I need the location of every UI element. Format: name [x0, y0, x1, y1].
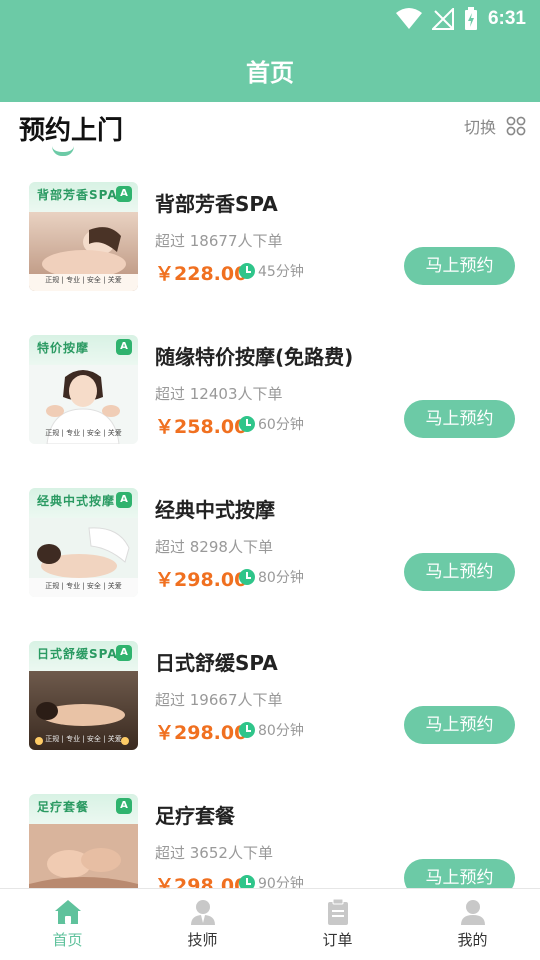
clock-icon — [239, 263, 255, 279]
thumbnail-banner: 日式舒缓SPA A — [29, 641, 138, 671]
grid-view-icon — [506, 116, 526, 136]
service-thumbnail[interactable]: 特价按摩 A 正规 | 专业 | 安全 | 关爱 — [29, 335, 138, 444]
service-duration: 90分钟 — [239, 873, 304, 888]
switch-label: 切换 — [463, 118, 496, 137]
tab-technician[interactable]: 技师 — [135, 889, 270, 960]
clock-icon — [239, 569, 255, 585]
section-header: 预约上门 切换 — [0, 102, 540, 164]
thumbnail-title: 经典中式按摩 — [37, 494, 116, 508]
wifi-icon — [395, 8, 422, 29]
brand-logo-icon: A — [116, 339, 132, 355]
tab-profile[interactable]: 我的 — [405, 889, 540, 960]
service-thumbnail[interactable]: 背部芳香SPA A 正规 | 专业 | 安全 | 关爱 — [29, 182, 138, 291]
service-list[interactable]: 背部芳香SPA A 正规 | 专业 | 安全 | 关爱 背部芳香SPA 超过 1… — [0, 164, 540, 888]
service-duration: 80分钟 — [239, 567, 304, 587]
service-price: ￥298.00 — [155, 569, 248, 591]
section-title: 预约上门 — [19, 116, 124, 146]
brand-logo-icon: A — [116, 186, 132, 202]
thumbnail-title: 日式舒缓SPA — [37, 647, 118, 661]
tab-orders[interactable]: 订单 — [270, 889, 405, 960]
service-price: ￥228.00 — [155, 263, 248, 285]
book-now-button[interactable]: 马上预约 — [404, 247, 515, 285]
app-bar: 首页 — [0, 38, 540, 102]
tab-home[interactable]: 首页 — [0, 889, 135, 960]
book-now-button[interactable]: 马上预约 — [404, 706, 515, 744]
tab-label: 技师 — [187, 931, 218, 949]
clock-icon — [239, 875, 255, 888]
thumbnail-tags: 正规 | 专业 | 安全 | 关爱 — [45, 276, 122, 284]
brand-logo-icon: A — [116, 492, 132, 508]
thumbnail-banner: 经典中式按摩 A — [29, 488, 138, 518]
service-card[interactable]: 日式舒缓SPA A 正规 | 专业 | 安全 | 关爱 日式舒缓SPA 超过 1… — [0, 623, 540, 776]
brand-logo-icon: A — [116, 798, 132, 814]
service-card[interactable]: 足疗套餐 A 足疗套餐 超过 3652人下单 ￥298.00 90分钟 马上预约 — [0, 776, 540, 888]
profile-icon — [460, 900, 485, 925]
book-now-button[interactable]: 马上预约 — [404, 553, 515, 591]
service-price: ￥298.00 — [155, 722, 248, 744]
thumbnail-title: 背部芳香SPA — [37, 188, 118, 202]
clock-icon — [239, 722, 255, 738]
service-duration: 60分钟 — [239, 414, 304, 434]
service-price: ￥258.00 — [155, 416, 248, 438]
brand-logo-icon: A — [116, 645, 132, 661]
status-icons: 6:31 — [395, 5, 526, 33]
status-time: 6:31 — [487, 8, 526, 29]
status-bar: 6:31 — [0, 0, 540, 38]
service-name[interactable]: 足疗套餐 — [155, 800, 235, 829]
technician-icon — [190, 900, 215, 925]
service-thumbnail[interactable]: 日式舒缓SPA A 正规 | 专业 | 安全 | 关爱 — [29, 641, 138, 750]
order-count: 超过 12403人下单 — [155, 385, 283, 403]
bottom-tab-bar: 首页 技师 订单 我的 — [0, 888, 540, 960]
service-card[interactable]: 特价按摩 A 正规 | 专业 | 安全 | 关爱 随缘特价按摩(免路费) 超过 … — [0, 317, 540, 470]
duration-text: 45分钟 — [258, 264, 304, 280]
order-count: 超过 8298人下单 — [155, 538, 273, 556]
order-count: 超过 19667人下单 — [155, 691, 283, 709]
foot-massage-photo — [29, 824, 138, 888]
tab-label: 订单 — [322, 931, 353, 949]
home-icon — [54, 900, 81, 924]
section-title-indicator — [52, 146, 74, 156]
order-count: 超过 3652人下单 — [155, 844, 273, 862]
duration-text: 80分钟 — [258, 723, 304, 739]
battery-charging-icon — [464, 7, 477, 30]
thumbnail-tags: 正规 | 专业 | 安全 | 关爱 — [45, 582, 122, 590]
duration-text: 80分钟 — [258, 570, 304, 586]
duration-text: 90分钟 — [258, 876, 304, 888]
service-name[interactable]: 经典中式按摩 — [155, 494, 275, 523]
no-signal-icon — [431, 8, 454, 30]
book-now-button[interactable]: 马上预约 — [404, 400, 515, 438]
service-duration: 80分钟 — [239, 720, 304, 740]
service-price: ￥298.00 — [155, 875, 248, 888]
tab-label: 首页 — [52, 931, 83, 949]
service-thumbnail[interactable]: 足疗套餐 A — [29, 794, 138, 888]
thumbnail-title: 特价按摩 — [37, 341, 90, 355]
service-name[interactable]: 随缘特价按摩(免路费) — [155, 341, 353, 370]
switch-layout-button[interactable]: 切换 — [464, 114, 526, 138]
service-name[interactable]: 日式舒缓SPA — [155, 647, 278, 676]
service-card[interactable]: 背部芳香SPA A 正规 | 专业 | 安全 | 关爱 背部芳香SPA 超过 1… — [0, 164, 540, 317]
thumbnail-banner: 背部芳香SPA A — [29, 182, 138, 212]
thumbnail-tags: 正规 | 专业 | 安全 | 关爱 — [45, 735, 122, 743]
service-thumbnail[interactable]: 经典中式按摩 A 正规 | 专业 | 安全 | 关爱 — [29, 488, 138, 597]
tab-label: 我的 — [457, 931, 488, 949]
thumbnail-banner: 足疗套餐 A — [29, 794, 138, 824]
thumbnail-tags: 正规 | 专业 | 安全 | 关爱 — [45, 429, 122, 437]
duration-text: 60分钟 — [258, 417, 304, 433]
service-card[interactable]: 经典中式按摩 A 正规 | 专业 | 安全 | 关爱 经典中式按摩 超过 829… — [0, 470, 540, 623]
order-count: 超过 18677人下单 — [155, 232, 283, 250]
page-title: 首页 — [246, 58, 294, 87]
clock-icon — [239, 416, 255, 432]
service-name[interactable]: 背部芳香SPA — [155, 188, 278, 217]
book-now-button[interactable]: 马上预约 — [404, 859, 515, 888]
thumbnail-title: 足疗套餐 — [37, 800, 90, 814]
order-icon — [327, 899, 348, 925]
thumbnail-banner: 特价按摩 A — [29, 335, 138, 365]
service-duration: 45分钟 — [239, 261, 304, 281]
